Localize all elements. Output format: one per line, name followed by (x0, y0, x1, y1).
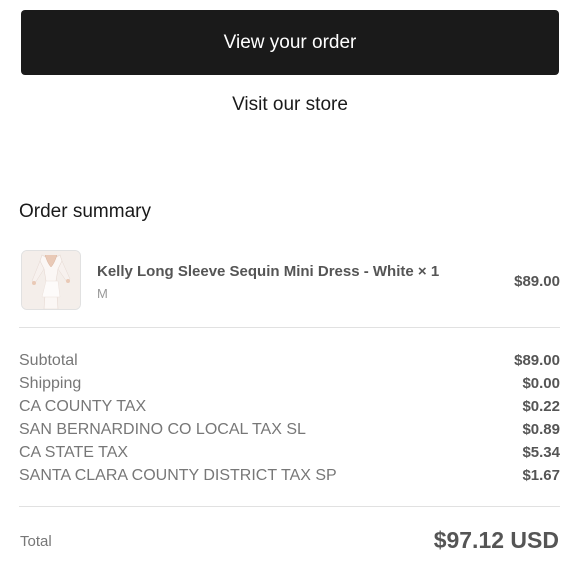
view-order-button[interactable]: View your order (21, 10, 559, 75)
cost-label: CA STATE TAX (19, 443, 129, 461)
total-label: Total (20, 533, 52, 550)
cost-label: Subtotal (19, 351, 78, 369)
cost-value: $0.89 (522, 421, 560, 438)
cost-label: SAN BERNARDINO CO LOCAL TAX SL (19, 420, 306, 438)
cost-value: $89.00 (514, 352, 560, 369)
product-thumbnail (21, 250, 81, 310)
cost-label: SANTA CLARA COUNTY DISTRICT TAX SP (19, 466, 337, 484)
cost-value: $0.22 (522, 398, 560, 415)
line-item: Kelly Long Sleeve Sequin Mini Dress - Wh… (21, 250, 560, 312)
product-variant: M (97, 286, 108, 301)
tax-row: CA STATE TAX $5.34 (19, 441, 560, 464)
shipping-row: Shipping $0.00 (19, 372, 560, 395)
order-summary-heading: Order summary (19, 201, 151, 222)
cost-value: $5.34 (522, 444, 560, 461)
cost-label: Shipping (19, 374, 82, 392)
cost-value: $0.00 (522, 375, 560, 392)
cost-breakdown: Subtotal $89.00 Shipping $0.00 CA COUNTY… (19, 349, 560, 487)
total-value: $97.12 USD (433, 527, 559, 553)
divider (19, 506, 560, 507)
tax-row: CA COUNTY TAX $0.22 (19, 395, 560, 418)
cost-value: $1.67 (522, 467, 560, 484)
dress-product-image-icon (22, 251, 80, 309)
tax-row: SAN BERNARDINO CO LOCAL TAX SL $0.89 (19, 418, 560, 441)
divider (19, 327, 560, 328)
tax-row: SANTA CLARA COUNTY DISTRICT TAX SP $1.67 (19, 464, 560, 487)
product-price: $89.00 (514, 273, 560, 290)
product-name: Kelly Long Sleeve Sequin Mini Dress - Wh… (97, 263, 440, 280)
order-confirmation-page: View your order Visit our store Order su… (0, 0, 580, 580)
cost-label: CA COUNTY TAX (19, 397, 147, 415)
subtotal-row: Subtotal $89.00 (19, 349, 560, 372)
visit-store-link[interactable]: Visit our store (0, 94, 580, 116)
